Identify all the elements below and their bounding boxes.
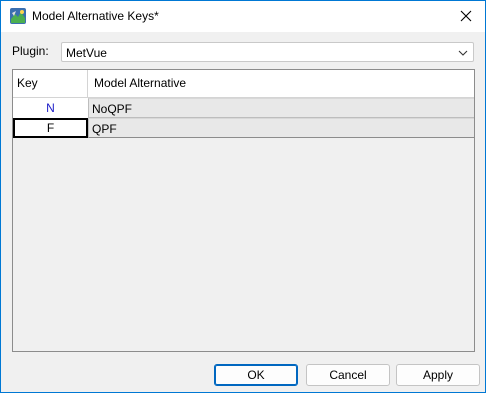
- model-alternative-cell[interactable]: NoQPF: [88, 98, 474, 118]
- plugin-selected-value: MetVue: [66, 46, 107, 60]
- dialog-window: Model Alternative Keys* Plugin: MetVue K…: [0, 0, 486, 393]
- key-cell-selected[interactable]: F: [13, 118, 88, 138]
- window-title: Model Alternative Keys*: [32, 9, 159, 23]
- apply-button[interactable]: Apply: [396, 364, 480, 386]
- title-bar[interactable]: Model Alternative Keys*: [1, 1, 485, 32]
- app-icon: [10, 8, 26, 24]
- plugin-dropdown[interactable]: MetVue: [61, 42, 474, 62]
- model-alternative-cell[interactable]: QPF: [88, 118, 474, 138]
- column-header-key[interactable]: Key: [13, 70, 88, 97]
- keys-table: Key Model Alternative N NoQPF F QPF: [12, 69, 475, 352]
- table-row[interactable]: F QPF: [13, 118, 474, 138]
- cancel-button[interactable]: Cancel: [306, 364, 390, 386]
- table-row[interactable]: N NoQPF: [13, 98, 474, 118]
- column-header-model-alternative[interactable]: Model Alternative: [89, 70, 474, 97]
- table-header: Key Model Alternative: [13, 70, 474, 98]
- plugin-label: Plugin:: [12, 44, 49, 58]
- ok-button[interactable]: OK: [214, 364, 298, 386]
- close-icon[interactable]: [455, 5, 477, 27]
- chevron-down-icon: [457, 47, 469, 59]
- key-cell[interactable]: N: [13, 98, 88, 118]
